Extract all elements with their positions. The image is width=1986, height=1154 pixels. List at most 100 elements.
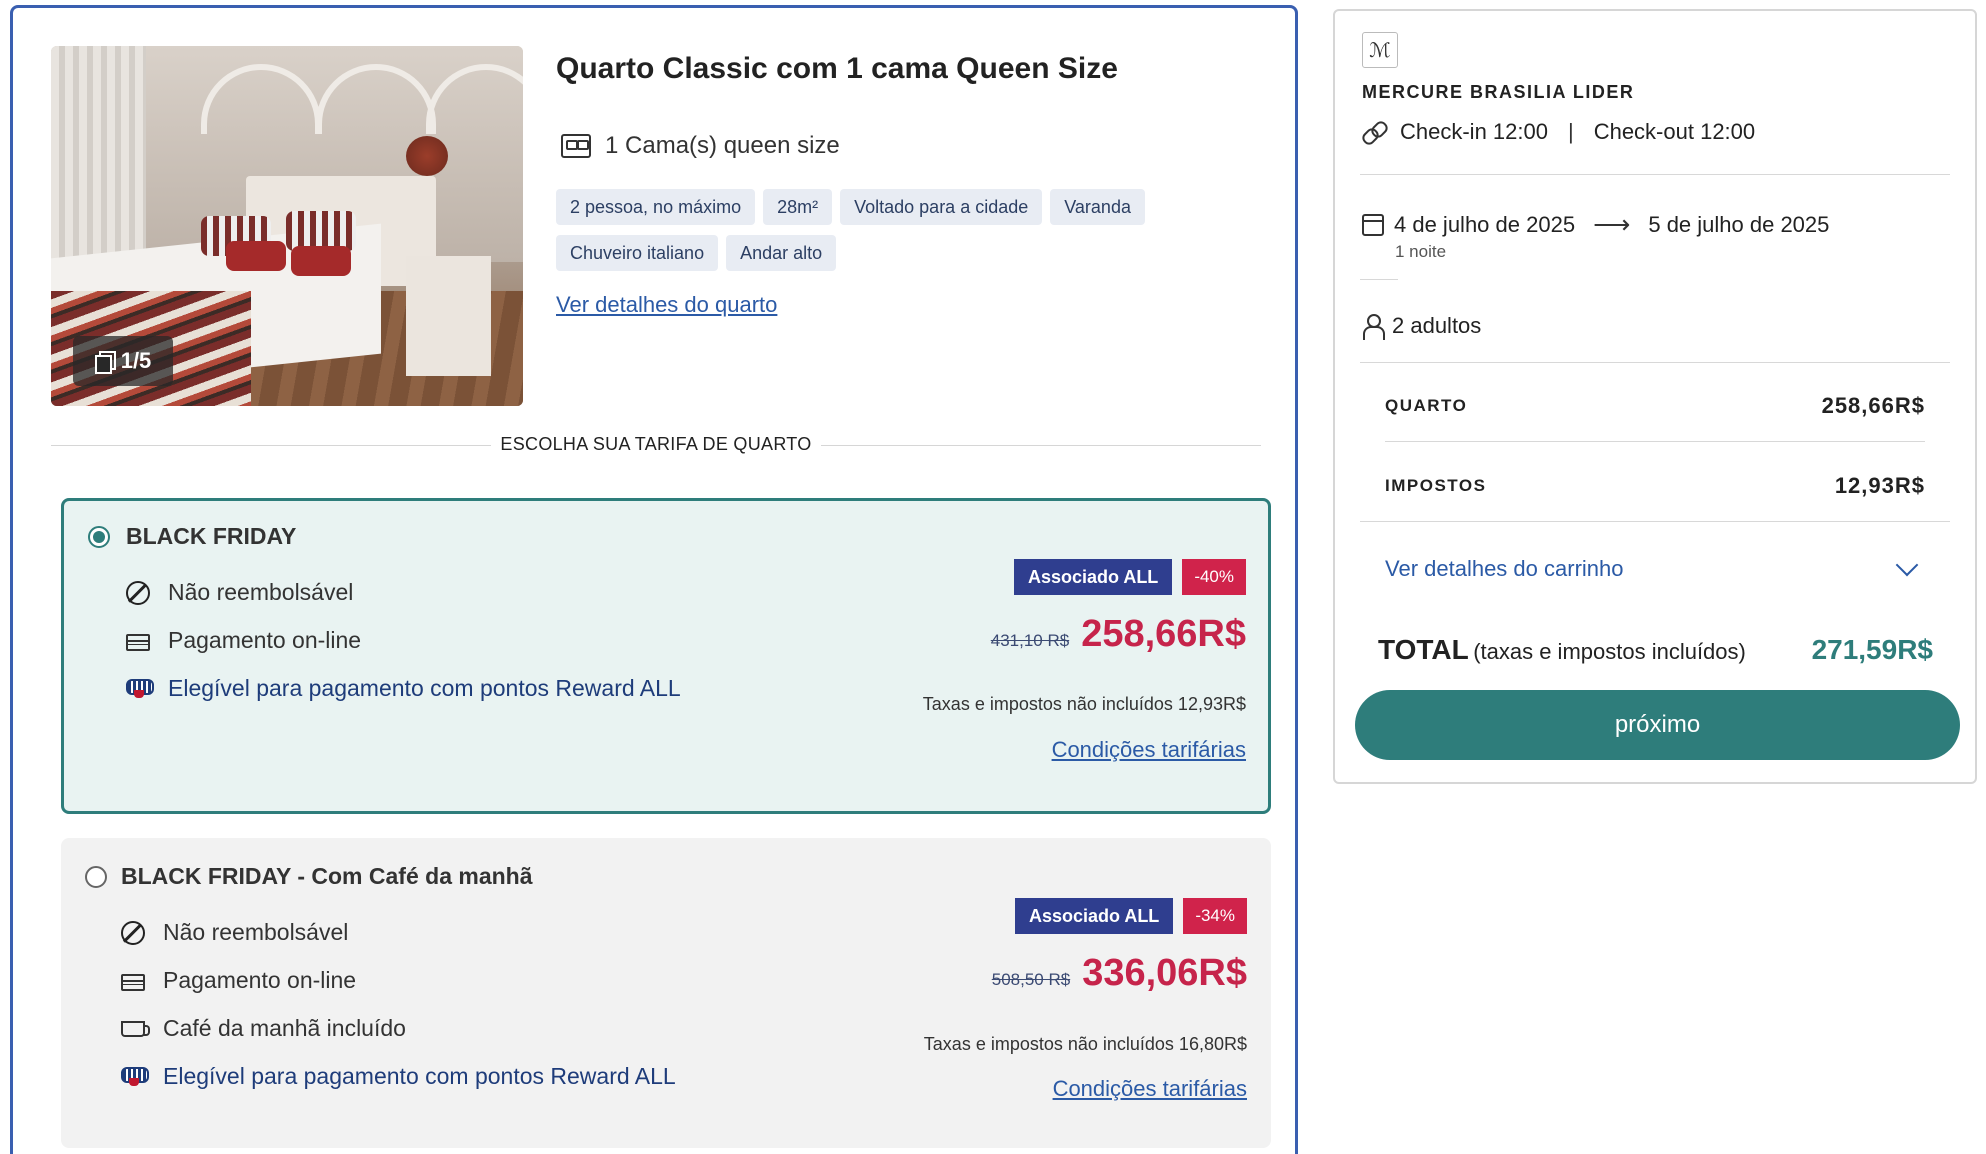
rate-radio[interactable] (85, 866, 107, 888)
rate-feature: Café da manhã incluído (121, 1015, 406, 1042)
no-refund-icon (126, 580, 150, 605)
room-title: Quarto Classic com 1 cama Queen Size (556, 52, 1118, 85)
arrow-right-icon: ⟶ (1593, 209, 1631, 239)
rate-title: BLACK FRIDAY - Com Café da manhã (121, 863, 533, 889)
room-tag: Chuveiro italiano (556, 235, 719, 271)
bed-icon (561, 134, 591, 158)
rate-title: BLACK FRIDAY (126, 523, 297, 549)
room-card: 1/5 Quarto Classic com 1 cama Queen Size… (10, 5, 1298, 1154)
room-tag: Andar alto (726, 235, 837, 271)
photo-pillow (291, 246, 351, 276)
rate-badges: Associado ALL -34% (1014, 898, 1247, 934)
calendar-icon (1362, 213, 1384, 236)
guests: 2 adultos (1362, 313, 1482, 340)
feature-text: Pagamento on-line (163, 967, 357, 993)
divider (1360, 174, 1950, 175)
total-value: 271,59R$ (1811, 634, 1933, 665)
no-refund-icon (121, 920, 145, 945)
rate-feature: Não reembolsável (121, 919, 348, 946)
total-row: TOTAL (taxas e impostos incluídos) 271,5… (1378, 634, 1933, 666)
line-item-label: QUARTO (1385, 396, 1468, 415)
rate-feature: Não reembolsável (126, 579, 353, 606)
feature-text: Não reembolsável (163, 919, 349, 945)
cart-details-label: Ver detalhes do carrinho (1385, 556, 1624, 581)
price-row: 431,10 R$ 258,66R$ (991, 613, 1246, 656)
date-to: 5 de julho de 2025 (1648, 211, 1830, 237)
photo-vase (406, 136, 448, 176)
feature-text: Pagamento on-line (168, 627, 362, 653)
reward-icon (126, 678, 154, 699)
booking-summary: ℳ MERCURE BRASILIA LIDER Check-in 12:00 … (1333, 9, 1977, 784)
bed-info: 1 Cama(s) queen size (561, 132, 840, 160)
total-label-group: TOTAL (taxas e impostos incluídos) (1378, 634, 1746, 666)
date-from: 4 de julho de 2025 (1394, 211, 1576, 237)
rate-conditions-link[interactable]: Condições tarifárias (1052, 737, 1246, 763)
rate-option-black-friday-breakfast[interactable]: BLACK FRIDAY - Com Café da manhã Não ree… (61, 838, 1271, 1148)
guests-text: 2 adultos (1392, 313, 1482, 338)
bed-text: 1 Cama(s) queen size (605, 132, 840, 159)
price: 336,06R$ (1082, 952, 1247, 994)
divider (1360, 279, 1398, 280)
person-icon (1362, 314, 1385, 340)
old-price: 508,50 R$ (991, 970, 1071, 989)
total-subtitle: (taxas e impostos incluídos) (1473, 639, 1746, 664)
photo-counter-text: 1/5 (120, 348, 152, 373)
room-line-item: QUARTO 258,66R$ (1385, 393, 1925, 419)
rate-feature: Pagamento on-line (126, 627, 361, 654)
line-item-value: 258,66R$ (1821, 393, 1925, 418)
room-photo[interactable]: 1/5 (51, 46, 523, 406)
nights-count: 1 noite (1395, 242, 1447, 261)
rate-radio[interactable] (88, 526, 110, 548)
rate-option-black-friday[interactable]: BLACK FRIDAY Não reembolsável Pagamento … (61, 498, 1271, 814)
credit-card-icon (121, 974, 145, 991)
next-button[interactable]: próximo (1355, 690, 1960, 760)
room-tag: 2 pessoa, no máximo (556, 189, 756, 225)
hotel-name: MERCURE BRASILIA LIDER (1362, 82, 1635, 102)
member-badge: Associado ALL (1013, 559, 1173, 595)
link-icon (1362, 121, 1386, 143)
discount-badge: -40% (1182, 559, 1246, 595)
credit-card-icon (126, 634, 150, 651)
room-tag: Varanda (1050, 189, 1145, 225)
rate-badges: Associado ALL -40% (1013, 559, 1246, 595)
checkin-time: Check-in 12:00 (1400, 119, 1548, 144)
price: 258,66R$ (1081, 613, 1246, 655)
checkout-time: Check-out 12:00 (1593, 119, 1756, 144)
rate-conditions-link[interactable]: Condições tarifárias (1053, 1076, 1247, 1102)
room-tags: 2 pessoa, no máximo 28m² Voltado para a … (556, 189, 1156, 271)
tax-note: Taxas e impostos não incluídos 12,93R$ (922, 694, 1246, 714)
photo-nightstand (406, 256, 491, 376)
reward-icon (121, 1066, 149, 1087)
line-item-label: IMPOSTOS (1385, 476, 1487, 495)
gallery-icon (94, 351, 116, 374)
chevron-down-icon (1895, 553, 1919, 577)
hotel-logo: ℳ (1362, 32, 1398, 68)
rate-feature-reward[interactable]: Elegível para pagamento com pontos Rewar… (121, 1063, 676, 1090)
room-tag: Voltado para a cidade (840, 189, 1043, 225)
divider (1385, 441, 1925, 442)
tax-line-item: IMPOSTOS 12,93R$ (1385, 473, 1925, 499)
divider (1360, 362, 1950, 363)
old-price: 431,10 R$ (990, 631, 1070, 650)
feature-text: Não reembolsável (168, 579, 354, 605)
feature-text: Elegível para pagamento com pontos Rewar… (168, 675, 681, 701)
total-label: TOTAL (1378, 634, 1469, 665)
divider (1360, 521, 1950, 522)
room-details-link[interactable]: Ver detalhes do quarto (556, 292, 777, 318)
tariff-divider: ESCOLHA SUA TARIFA DE QUARTO (51, 433, 1261, 459)
coffee-cup-icon (121, 1020, 150, 1037)
tax-note: Taxas e impostos não incluídos 16,80R$ (923, 1034, 1247, 1054)
photo-pillow (286, 211, 356, 251)
feature-text: Café da manhã incluído (163, 1015, 406, 1041)
cart-details-toggle[interactable]: Ver detalhes do carrinho (1385, 553, 1925, 582)
photo-counter[interactable]: 1/5 (73, 336, 173, 386)
divider-line (821, 445, 1261, 446)
check-times: Check-in 12:00 | Check-out 12:00 (1362, 119, 1755, 145)
line-item-value: 12,93R$ (1834, 473, 1925, 498)
price-row: 508,50 R$ 336,06R$ (992, 952, 1247, 995)
feature-text: Elegível para pagamento com pontos Rewar… (163, 1063, 676, 1089)
separator: | (1567, 119, 1574, 144)
member-badge: Associado ALL (1014, 898, 1174, 934)
discount-badge: -34% (1183, 898, 1247, 934)
rate-feature-reward[interactable]: Elegível para pagamento com pontos Rewar… (126, 675, 681, 702)
